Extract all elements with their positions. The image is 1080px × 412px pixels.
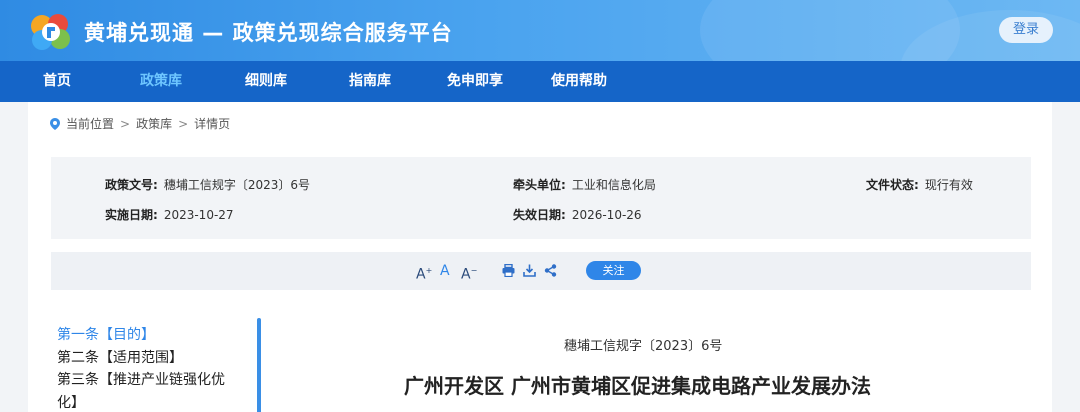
toc-item[interactable]: 第二条【适用范围】 bbox=[57, 347, 237, 370]
info-label: 文件状态: bbox=[866, 178, 919, 192]
info-value: 工业和信息化局 bbox=[571, 178, 656, 192]
nav-item-home[interactable]: 首页 bbox=[43, 61, 71, 102]
follow-button[interactable]: 关注 bbox=[586, 261, 641, 280]
main-content: 当前位置 > 政策库 > 详情页 政策文号: 穗埔工信规字〔2023〕6号 牵头单… bbox=[28, 102, 1052, 412]
nav-item-policy-library[interactable]: 政策库 bbox=[140, 61, 182, 102]
document-number: 穗埔工信规字〔2023〕6号 bbox=[564, 339, 723, 354]
info-value: 现行有效 bbox=[924, 178, 973, 192]
font-decrease-icon[interactable]: A− bbox=[461, 262, 477, 283]
breadcrumb: 当前位置 > 政策库 > 详情页 bbox=[50, 115, 230, 132]
toc-scrollbar[interactable] bbox=[257, 318, 261, 412]
font-decrease-label: A bbox=[461, 266, 471, 283]
document-title: 广州开发区 广州市黄埔区促进集成电路产业发展办法 bbox=[404, 374, 871, 398]
info-status: 文件状态: 现行有效 bbox=[866, 176, 973, 193]
info-value: 2026-10-26 bbox=[571, 208, 642, 222]
info-label: 牵头单位: bbox=[513, 178, 566, 192]
info-doc-number: 政策文号: 穗埔工信规字〔2023〕6号 bbox=[105, 176, 310, 193]
policy-info-box: 政策文号: 穗埔工信规字〔2023〕6号 牵头单位: 工业和信息化局 文件状态: 现行… bbox=[51, 157, 1031, 239]
breadcrumb-current-page: 详情页 bbox=[194, 117, 231, 131]
nav-item-exempt-application[interactable]: 免申即享 bbox=[447, 61, 503, 102]
header-bar: 黄埔兑现通 — 政策兑现综合服务平台 登录 bbox=[0, 0, 1080, 61]
toc-item[interactable]: 第三条【推进产业链强化优化】 bbox=[57, 369, 237, 412]
location-pin-icon bbox=[50, 117, 60, 130]
login-button[interactable]: 登录 bbox=[999, 17, 1053, 43]
breadcrumb-current-position: 当前位置 bbox=[66, 117, 115, 131]
info-label: 失效日期: bbox=[513, 208, 566, 222]
site-title: 黄埔兑现通 — 政策兑现综合服务平台 bbox=[84, 21, 453, 45]
breadcrumb-separator: > bbox=[120, 116, 131, 131]
nav-item-guide-library[interactable]: 指南库 bbox=[349, 61, 391, 102]
font-increase-label: A bbox=[416, 266, 426, 283]
nav-item-help[interactable]: 使用帮助 bbox=[551, 61, 607, 102]
info-start-date: 实施日期: 2023-10-27 bbox=[105, 206, 234, 223]
info-lead-unit: 牵头单位: 工业和信息化局 bbox=[513, 176, 656, 193]
breadcrumb-link-policy-library[interactable]: 政策库 bbox=[136, 115, 172, 132]
site-logo-icon[interactable] bbox=[28, 12, 74, 52]
nav-item-rules-library[interactable]: 细则库 bbox=[245, 61, 287, 102]
info-label: 政策文号: bbox=[105, 178, 158, 192]
table-of-contents: 第一条【目的】 第二条【适用范围】 第三条【推进产业链强化优化】 bbox=[57, 324, 237, 412]
toc-item[interactable]: 第一条【目的】 bbox=[57, 324, 237, 347]
font-increase-icon[interactable]: A+ bbox=[416, 262, 432, 283]
breadcrumb-separator: > bbox=[178, 116, 189, 131]
info-value: 穗埔工信规字〔2023〕6号 bbox=[163, 178, 310, 192]
main-nav: 首页 政策库 细则库 指南库 免申即享 使用帮助 bbox=[0, 61, 1080, 102]
info-end-date: 失效日期: 2026-10-26 bbox=[513, 206, 642, 223]
share-icon[interactable] bbox=[544, 264, 557, 282]
download-icon[interactable] bbox=[523, 264, 536, 282]
font-normal-icon[interactable]: A bbox=[440, 262, 450, 280]
info-label: 实施日期: bbox=[105, 208, 158, 222]
info-value: 2023-10-27 bbox=[163, 208, 234, 222]
document-toolbar: A+ A A− 关注 bbox=[51, 252, 1031, 290]
print-icon[interactable] bbox=[502, 264, 515, 282]
font-normal-label: A bbox=[440, 263, 450, 279]
